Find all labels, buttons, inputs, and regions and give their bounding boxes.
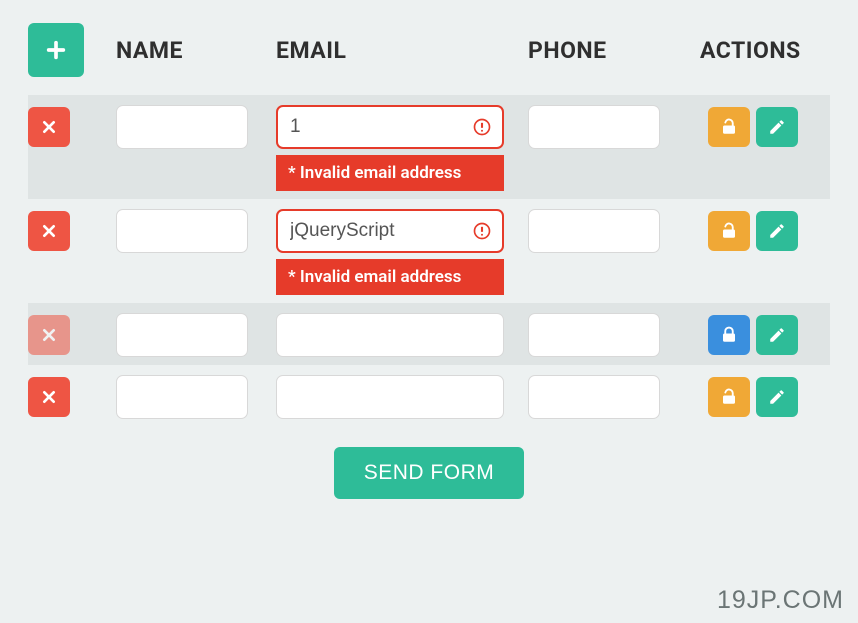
watermark: 19JP.COM: [717, 586, 844, 615]
close-icon: [41, 119, 57, 135]
plus-icon: [45, 39, 67, 61]
name-input[interactable]: [116, 105, 248, 149]
name-input[interactable]: [116, 313, 248, 357]
edit-row-button[interactable]: [756, 211, 798, 251]
name-input[interactable]: [116, 209, 248, 253]
form-table: NAME EMAIL PHONE ACTIONS * Invalid email…: [28, 20, 830, 499]
delete-row-button[interactable]: [28, 211, 70, 251]
edit-icon: [768, 222, 786, 240]
table-row: * Invalid email address: [28, 95, 830, 199]
header-phone: PHONE: [528, 37, 700, 64]
phone-input[interactable]: [528, 105, 660, 149]
table-row: [28, 303, 830, 365]
edit-icon: [768, 118, 786, 136]
email-input[interactable]: [276, 105, 504, 149]
error-message: * Invalid email address: [276, 155, 504, 191]
phone-input[interactable]: [528, 313, 660, 357]
send-form-button[interactable]: SEND FORM: [334, 447, 525, 499]
lock-button[interactable]: [708, 315, 750, 355]
name-input[interactable]: [116, 375, 248, 419]
table-row: [28, 365, 830, 427]
header-email: EMAIL: [276, 37, 528, 64]
header-actions: ACTIONS: [700, 37, 830, 64]
delete-row-button[interactable]: [28, 315, 70, 355]
unlock-icon: [720, 222, 738, 240]
table-row: * Invalid email address: [28, 199, 830, 303]
delete-row-button[interactable]: [28, 377, 70, 417]
email-input[interactable]: [276, 375, 504, 419]
unlock-button[interactable]: [708, 377, 750, 417]
submit-row: SEND FORM: [28, 447, 830, 499]
add-row-button[interactable]: [28, 23, 84, 77]
edit-icon: [768, 326, 786, 344]
phone-input[interactable]: [528, 375, 660, 419]
close-icon: [41, 223, 57, 239]
edit-row-button[interactable]: [756, 377, 798, 417]
edit-row-button[interactable]: [756, 315, 798, 355]
close-icon: [41, 389, 57, 405]
delete-row-button[interactable]: [28, 107, 70, 147]
edit-row-button[interactable]: [756, 107, 798, 147]
unlock-icon: [720, 118, 738, 136]
unlock-icon: [720, 388, 738, 406]
email-input[interactable]: [276, 313, 504, 357]
error-message: * Invalid email address: [276, 259, 504, 295]
email-input[interactable]: [276, 209, 504, 253]
unlock-button[interactable]: [708, 211, 750, 251]
edit-icon: [768, 388, 786, 406]
unlock-button[interactable]: [708, 107, 750, 147]
header-name: NAME: [116, 37, 276, 64]
phone-input[interactable]: [528, 209, 660, 253]
header-row: NAME EMAIL PHONE ACTIONS: [28, 20, 830, 80]
lock-icon: [720, 326, 738, 344]
close-icon: [41, 327, 57, 343]
